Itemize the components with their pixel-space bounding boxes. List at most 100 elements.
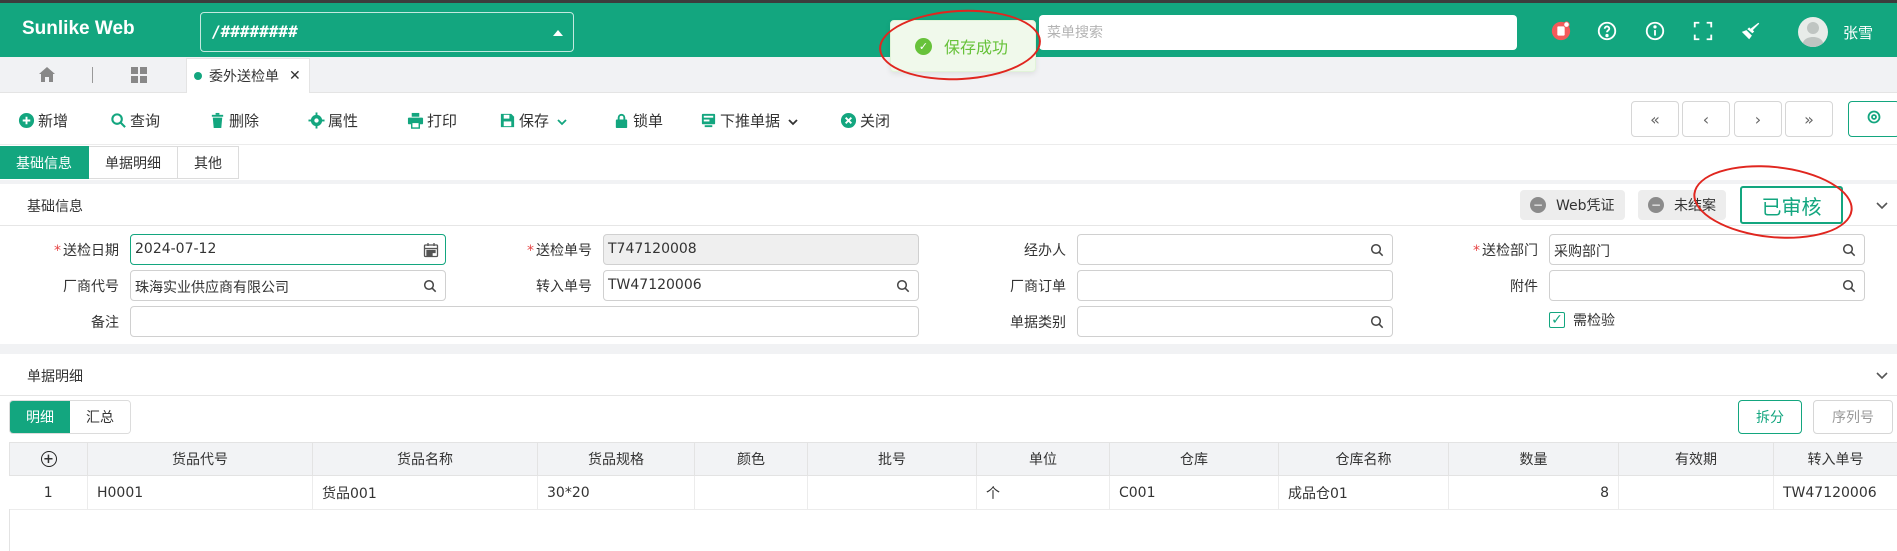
column-header[interactable]: 单位 (976, 442, 1110, 476)
help-icon[interactable] (1595, 19, 1619, 43)
search-icon[interactable] (1842, 279, 1856, 293)
search-icon[interactable] (423, 279, 437, 293)
brand-logo[interactable]: Sunlike Web (22, 18, 135, 40)
transfer-no-field[interactable]: TW47120006 (603, 270, 919, 301)
column-header[interactable]: 数量 (1448, 442, 1619, 476)
cell-unit[interactable]: 个 (976, 475, 1110, 510)
prev-label: ‹ (1702, 109, 1710, 129)
close-icon[interactable]: ✕ (289, 68, 301, 84)
inspect-no-label: * 送检单号 (527, 243, 592, 259)
last-label: » (1804, 109, 1814, 129)
query-button[interactable]: 查询 (109, 109, 160, 131)
cell-batch[interactable] (807, 475, 977, 510)
search-icon[interactable] (1842, 243, 1856, 257)
user-name[interactable]: 张雪 (1843, 22, 1873, 43)
calendar-icon[interactable] (423, 242, 439, 258)
search-icon[interactable] (1370, 243, 1384, 257)
column-header[interactable]: 仓库 (1109, 442, 1279, 476)
minus-circle-icon: − (1648, 197, 1664, 213)
cell-item-spec[interactable]: 30*20 (537, 475, 695, 510)
need-inspect-checkbox[interactable]: ✓ 需检验 (1549, 310, 1615, 330)
lock-button[interactable]: 锁单 (612, 109, 663, 131)
printer-icon (406, 111, 424, 129)
search-icon[interactable] (1370, 315, 1384, 329)
next-record-button[interactable]: › (1734, 101, 1782, 137)
save-button[interactable]: 保存 (498, 109, 568, 131)
chevron-down-icon[interactable] (556, 114, 568, 126)
cell-warehouse[interactable]: C001 (1109, 475, 1279, 510)
web-voucher-badge[interactable]: − Web凭证 (1520, 190, 1625, 220)
column-header[interactable]: 有效期 (1618, 442, 1774, 476)
remark-label: 备注 (91, 315, 119, 331)
delete-button[interactable]: 删除 (208, 109, 259, 131)
apps-grid-icon[interactable] (129, 65, 149, 85)
menu-search-input[interactable] (1039, 15, 1517, 50)
basic-info-form: * 送检日期 2024-07-12 * 送检单号 T747120008 经办人 * 送… (0, 226, 1897, 344)
dept-field[interactable]: 采购部门 (1549, 234, 1865, 265)
lock-label: 锁单 (633, 111, 664, 130)
path-value: /######## (211, 22, 298, 41)
first-record-button[interactable]: « (1631, 101, 1679, 137)
tab-basic-info[interactable]: 基础信息 (0, 146, 89, 179)
cell-item-name[interactable]: 货品001 (312, 475, 538, 510)
detail-table: + 货品代号 货品名称 货品规格 颜色 批号 单位 仓库 仓库名称 数量 有效期… (9, 442, 1897, 510)
query-label: 查询 (130, 111, 161, 130)
print-button[interactable]: 打印 (406, 109, 457, 131)
check-icon[interactable]: ✓ (1549, 312, 1565, 328)
tab-other[interactable]: 其他 (178, 146, 239, 179)
tab-outsource-inspection[interactable]: 委外送检单 ✕ (186, 58, 310, 93)
detail-tabs: 明细 汇总 (9, 400, 131, 434)
add-row-button[interactable]: + (9, 442, 88, 476)
cell-color[interactable] (694, 475, 808, 510)
notification-icon[interactable] (1549, 19, 1573, 43)
chevron-down-icon[interactable] (1875, 198, 1889, 212)
column-header[interactable]: 货品名称 (312, 442, 538, 476)
chevron-down-icon[interactable] (787, 114, 799, 126)
not-closed-badge[interactable]: − 未结案 (1638, 190, 1726, 220)
push-down-button[interactable]: 下推单据 (699, 109, 799, 131)
column-header[interactable]: 转入单号 (1773, 442, 1897, 476)
cell-transfer-no[interactable]: TW47120006 (1773, 475, 1897, 510)
cell-quantity[interactable]: 8 (1448, 475, 1619, 510)
fullscreen-icon[interactable] (1691, 19, 1715, 43)
prev-record-button[interactable]: ‹ (1682, 101, 1730, 137)
vendor-field[interactable]: 珠海实业供应商有限公司 (130, 270, 446, 301)
column-header[interactable]: 颜色 (694, 442, 808, 476)
last-record-button[interactable]: » (1785, 101, 1833, 137)
clean-brush-icon[interactable] (1739, 19, 1763, 43)
inspect-date-field[interactable]: 2024-07-12 (130, 234, 446, 265)
path-selector[interactable]: /######## (200, 12, 574, 52)
tab-detail[interactable]: 明细 (10, 401, 70, 433)
document-flow-icon (699, 111, 717, 129)
search-icon[interactable] (896, 279, 910, 293)
column-header[interactable]: 批号 (807, 442, 977, 476)
tab-summary[interactable]: 汇总 (70, 401, 130, 433)
handler-field[interactable] (1077, 234, 1393, 265)
attachment-field[interactable] (1549, 270, 1865, 301)
split-button[interactable]: 拆分 (1738, 400, 1802, 434)
info-icon[interactable] (1643, 19, 1667, 43)
chevron-down-icon[interactable] (1875, 368, 1889, 382)
vendor-order-field[interactable] (1077, 270, 1393, 301)
remark-field[interactable] (130, 306, 919, 337)
table-row[interactable]: 1 H0001 货品001 30*20 个 C001 成品仓01 8 TW471… (9, 475, 1897, 510)
column-header[interactable]: 货品代号 (87, 442, 313, 476)
settings-button[interactable] (1848, 101, 1897, 137)
properties-button[interactable]: 属性 (307, 109, 358, 131)
lock-icon (612, 111, 630, 129)
plus-circle-icon (17, 111, 35, 129)
home-icon[interactable] (37, 65, 57, 85)
push-down-label: 下推单据 (720, 111, 781, 130)
doc-type-field[interactable] (1077, 306, 1393, 337)
close-button[interactable]: 关闭 (839, 109, 890, 131)
serial-no-button[interactable]: 序列号 (1813, 400, 1893, 434)
avatar[interactable] (1798, 17, 1828, 47)
add-label: 新增 (38, 111, 69, 130)
column-header[interactable]: 货品规格 (537, 442, 695, 476)
cell-item-code[interactable]: H0001 (87, 475, 313, 510)
add-button[interactable]: 新增 (17, 109, 68, 131)
cell-expiry[interactable] (1618, 475, 1774, 510)
column-header[interactable]: 仓库名称 (1278, 442, 1449, 476)
tab-doc-detail[interactable]: 单据明细 (89, 146, 178, 179)
cell-warehouse-name[interactable]: 成品仓01 (1278, 475, 1449, 510)
